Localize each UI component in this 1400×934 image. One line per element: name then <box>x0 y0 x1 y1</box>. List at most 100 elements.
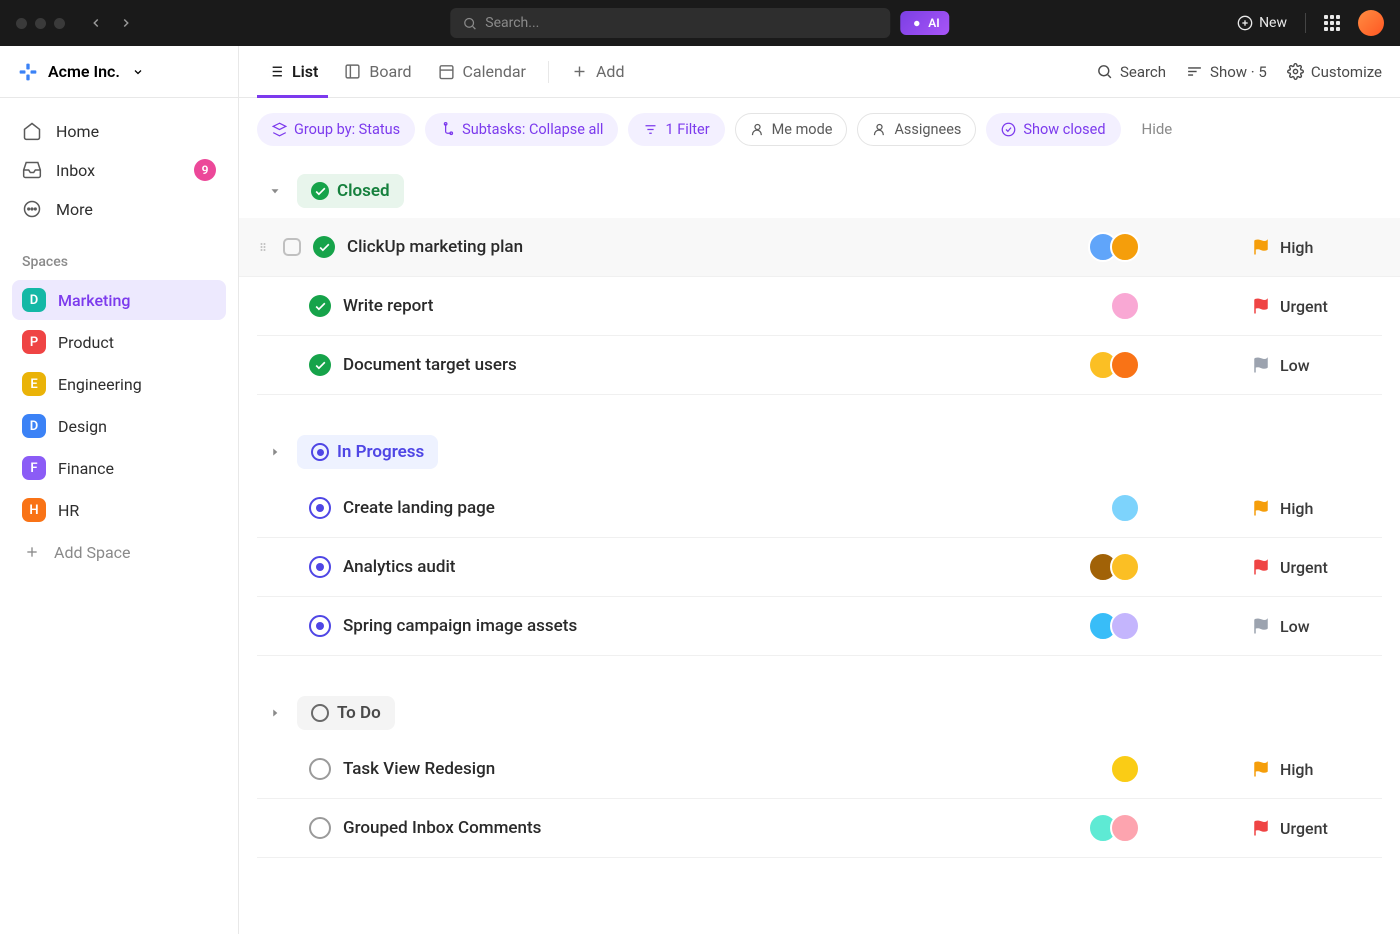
task-title: Task View Redesign <box>343 759 1098 779</box>
filter-group-by[interactable]: Group by: Status <box>257 113 415 146</box>
plus-circle-icon <box>1237 15 1253 31</box>
home-icon <box>22 121 42 141</box>
assignee-avatar[interactable] <box>1110 754 1140 784</box>
plus-icon <box>22 542 42 562</box>
user-avatar[interactable] <box>1358 10 1384 36</box>
filter-show-closed[interactable]: Show closed <box>986 113 1120 146</box>
view-tab-add[interactable]: Add <box>561 46 634 97</box>
assignee-list <box>1110 754 1140 784</box>
space-badge: D <box>22 414 46 438</box>
task-row[interactable]: ClickUp marketing plan High <box>239 218 1400 277</box>
space-item-finance[interactable]: FFinance <box>12 448 226 488</box>
sidebar: Acme Inc. Home Inbox 9 More Spaces DMark… <box>0 46 239 934</box>
nav-inbox[interactable]: Inbox 9 <box>12 150 226 190</box>
status-chip[interactable]: To Do <box>297 696 395 730</box>
users-icon <box>872 122 887 137</box>
assignee-list <box>1110 291 1140 321</box>
task-status-icon[interactable] <box>309 556 331 578</box>
forward-icon[interactable] <box>119 16 133 30</box>
space-badge: H <box>22 498 46 522</box>
task-priority[interactable]: Low <box>1252 617 1382 636</box>
more-icon <box>22 199 42 219</box>
task-priority[interactable]: Low <box>1252 356 1382 375</box>
space-item-marketing[interactable]: DMarketing <box>12 280 226 320</box>
task-row[interactable]: Analytics audit Urgent <box>257 538 1382 597</box>
assignee-avatar[interactable] <box>1110 291 1140 321</box>
task-status-icon[interactable] <box>309 354 331 376</box>
view-show[interactable]: Show · 5 <box>1186 63 1267 81</box>
task-priority[interactable]: Urgent <box>1252 819 1382 838</box>
calendar-icon <box>438 63 455 80</box>
workspace-switcher[interactable]: Acme Inc. <box>0 46 238 98</box>
filter-assignees[interactable]: Assignees <box>857 113 976 146</box>
view-search[interactable]: Search <box>1096 63 1166 81</box>
assignee-list <box>1088 813 1140 843</box>
task-checkbox[interactable] <box>283 238 301 256</box>
task-status-icon[interactable] <box>309 615 331 637</box>
filter-hide[interactable]: Hide <box>1131 112 1184 146</box>
list-icon <box>267 63 284 80</box>
search-icon <box>1096 63 1113 80</box>
task-row[interactable]: Task View Redesign High <box>257 740 1382 799</box>
nav-more[interactable]: More <box>12 190 226 228</box>
group-header-closed: Closed <box>257 160 1382 218</box>
assignee-avatar[interactable] <box>1110 813 1140 843</box>
collapse-toggle[interactable] <box>265 442 285 462</box>
back-icon[interactable] <box>89 16 103 30</box>
view-tab-calendar[interactable]: Calendar <box>428 46 536 97</box>
task-status-icon[interactable] <box>309 817 331 839</box>
task-priority[interactable]: High <box>1252 499 1382 518</box>
assignee-list <box>1088 232 1140 262</box>
filter-subtasks[interactable]: Subtasks: Collapse all <box>425 113 618 146</box>
status-chip[interactable]: In Progress <box>297 435 438 469</box>
space-item-hr[interactable]: HHR <box>12 490 226 530</box>
filter-me-mode[interactable]: Me mode <box>735 113 848 146</box>
flag-icon <box>1252 499 1270 517</box>
task-status-icon[interactable] <box>309 758 331 780</box>
task-row[interactable]: Create landing page High <box>257 479 1382 538</box>
collapse-toggle[interactable] <box>265 181 285 201</box>
traffic-min[interactable] <box>35 18 46 29</box>
task-status-icon[interactable] <box>309 497 331 519</box>
assignee-avatar[interactable] <box>1110 350 1140 380</box>
space-item-engineering[interactable]: EEngineering <box>12 364 226 404</box>
flag-icon <box>1252 760 1270 778</box>
assignee-avatar[interactable] <box>1110 552 1140 582</box>
view-customize[interactable]: Customize <box>1287 63 1382 81</box>
chevron-down-icon <box>132 66 144 78</box>
task-row[interactable]: Grouped Inbox Comments Urgent <box>257 799 1382 858</box>
space-item-product[interactable]: PProduct <box>12 322 226 362</box>
task-priority[interactable]: High <box>1252 760 1382 779</box>
task-status-icon[interactable] <box>313 236 335 258</box>
apps-icon[interactable] <box>1324 15 1340 31</box>
add-space-button[interactable]: Add Space <box>12 532 226 572</box>
assignee-list <box>1110 493 1140 523</box>
assignee-avatar[interactable] <box>1110 493 1140 523</box>
ai-button[interactable]: AI <box>900 11 949 35</box>
new-button[interactable]: New <box>1237 15 1287 31</box>
nav-arrows <box>89 16 133 30</box>
traffic-max[interactable] <box>54 18 65 29</box>
status-chip[interactable]: Closed <box>297 174 404 208</box>
global-search[interactable]: Search... <box>450 8 890 38</box>
space-badge: D <box>22 288 46 312</box>
task-status-icon[interactable] <box>309 295 331 317</box>
collapse-toggle[interactable] <box>265 703 285 723</box>
nav-home[interactable]: Home <box>12 112 226 150</box>
task-row[interactable]: Document target users Low <box>257 336 1382 395</box>
task-priority[interactable]: Urgent <box>1252 558 1382 577</box>
task-priority[interactable]: High <box>1252 238 1382 257</box>
board-icon <box>344 63 361 80</box>
space-item-design[interactable]: DDesign <box>12 406 226 446</box>
task-row[interactable]: Write report Urgent <box>257 277 1382 336</box>
assignee-avatar[interactable] <box>1110 611 1140 641</box>
task-row[interactable]: Spring campaign image assets Low <box>257 597 1382 656</box>
filter-filter[interactable]: 1 Filter <box>628 113 724 146</box>
assignee-avatar[interactable] <box>1110 232 1140 262</box>
drag-handle-icon[interactable] <box>257 239 271 255</box>
view-tab-list[interactable]: List <box>257 46 328 97</box>
task-priority[interactable]: Urgent <box>1252 297 1382 316</box>
view-tab-board[interactable]: Board <box>334 46 421 97</box>
traffic-close[interactable] <box>16 18 27 29</box>
inbox-icon <box>22 160 42 180</box>
